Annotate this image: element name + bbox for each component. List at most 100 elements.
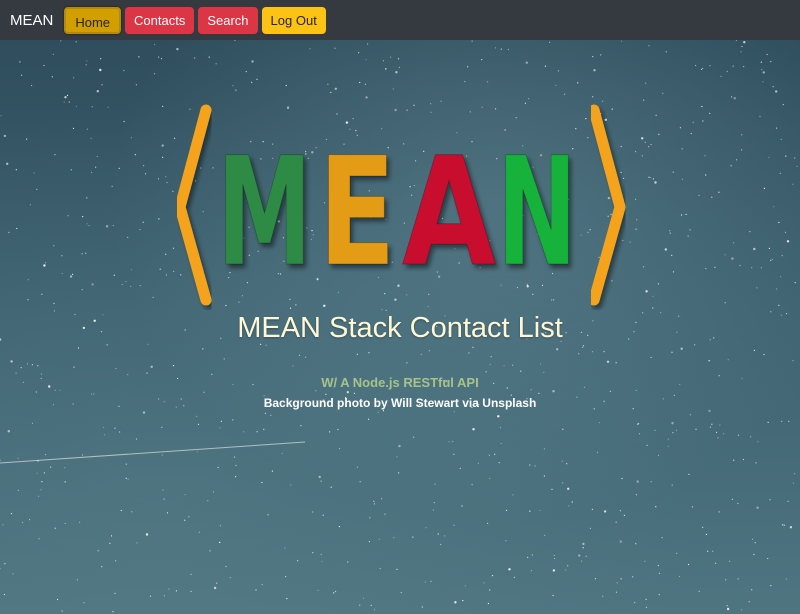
star (714, 266, 716, 268)
star (652, 307, 654, 309)
star (142, 221, 144, 223)
logo-letter-m: M (217, 126, 312, 300)
navbar-brand[interactable]: MEAN (10, 12, 53, 29)
star (358, 52, 360, 54)
star (645, 82, 647, 84)
star (67, 215, 69, 217)
star (373, 609, 376, 611)
star (320, 480, 322, 482)
star (91, 106, 93, 108)
star (219, 427, 221, 429)
star (72, 273, 74, 275)
home-button[interactable]: Home (64, 6, 122, 34)
star (781, 524, 784, 526)
star (270, 414, 272, 416)
star (312, 511, 314, 513)
star (477, 462, 479, 464)
star (494, 453, 496, 455)
star (162, 156, 164, 158)
star (370, 604, 372, 607)
photo-credit: Background photo by Will Stewart via Uns… (263, 396, 537, 410)
star (440, 543, 442, 546)
logout-button[interactable]: Log Out (261, 6, 326, 34)
star (346, 391, 349, 394)
star (753, 553, 755, 556)
star (578, 554, 581, 557)
star (754, 542, 756, 544)
star (540, 363, 542, 365)
star (385, 68, 387, 70)
star (51, 76, 53, 78)
star (538, 392, 540, 394)
star (761, 69, 763, 71)
star (33, 172, 35, 174)
star (636, 480, 639, 483)
star (232, 85, 234, 87)
star (737, 578, 739, 580)
star (648, 45, 650, 47)
star (64, 522, 66, 525)
star (217, 466, 219, 469)
star (430, 580, 432, 582)
star (755, 462, 757, 464)
star (2, 524, 4, 526)
star (715, 431, 718, 433)
star (85, 252, 87, 254)
star (16, 227, 18, 230)
star (700, 68, 703, 70)
star (543, 371, 545, 373)
star (488, 454, 490, 456)
star (215, 63, 217, 65)
star (70, 169, 72, 171)
star (142, 411, 146, 414)
star (730, 165, 732, 167)
star (12, 573, 14, 575)
star (396, 568, 398, 571)
star (489, 477, 491, 480)
star (650, 143, 652, 146)
star (782, 104, 784, 106)
star (327, 83, 329, 85)
star (543, 475, 546, 477)
star (555, 84, 557, 86)
star (158, 56, 160, 58)
star (232, 419, 234, 421)
star (433, 502, 435, 504)
star (317, 589, 319, 591)
star (335, 590, 337, 593)
star (568, 505, 570, 507)
star (780, 276, 782, 278)
star (481, 59, 483, 61)
star (702, 526, 704, 528)
star (727, 359, 729, 361)
star (255, 589, 257, 591)
star (731, 257, 734, 260)
star (665, 51, 667, 53)
star (769, 499, 771, 501)
star (334, 47, 336, 49)
star (190, 573, 192, 575)
star (594, 578, 597, 580)
search-button[interactable]: Search (198, 6, 258, 34)
star (720, 75, 722, 77)
star (675, 429, 678, 431)
star (544, 65, 547, 67)
star (566, 463, 568, 465)
star (702, 67, 704, 70)
star (645, 598, 647, 600)
star (36, 472, 38, 474)
star (261, 584, 263, 586)
star (45, 454, 47, 456)
star (671, 351, 673, 353)
star (796, 165, 798, 167)
star (220, 420, 222, 422)
contacts-button[interactable]: Contacts (125, 6, 195, 34)
star (110, 535, 113, 537)
star (531, 554, 533, 556)
star (539, 509, 541, 512)
star (619, 510, 622, 512)
star (453, 453, 455, 455)
star (733, 459, 735, 461)
star (498, 462, 500, 464)
star (347, 561, 349, 563)
